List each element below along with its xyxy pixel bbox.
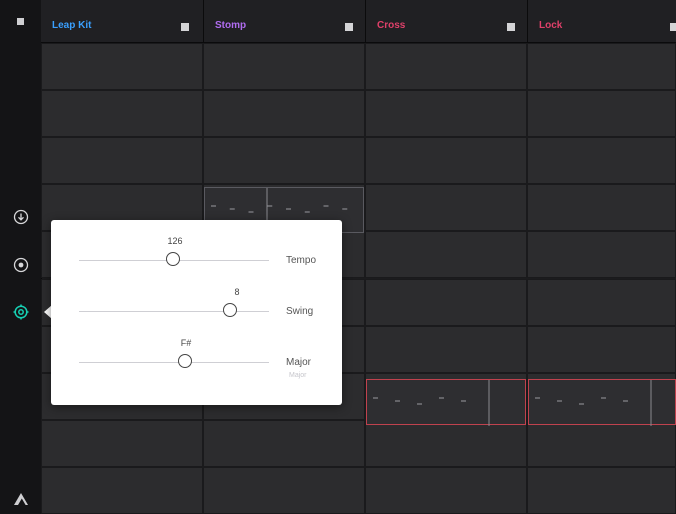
stop-square-icon — [17, 17, 24, 25]
clip-slot[interactable] — [41, 43, 203, 91]
clip-slot[interactable] — [527, 90, 676, 138]
swing-slider-row: 8 Swing — [51, 287, 342, 337]
settings-icon — [13, 304, 28, 320]
scale-sublabel: Major — [289, 372, 307, 379]
clip-slot[interactable] — [365, 466, 527, 514]
key-value: F# — [180, 338, 192, 348]
audio-clip[interactable] — [366, 379, 526, 426]
stop-square-icon[interactable] — [345, 23, 353, 31]
record-icon — [13, 257, 28, 273]
key-slider-thumb[interactable] — [177, 354, 192, 369]
download-button[interactable] — [0, 202, 41, 232]
clip-slot[interactable] — [527, 137, 676, 185]
track-header-leap-kit[interactable]: Leap Kit — [41, 0, 203, 42]
track-name-label: Leap Kit — [52, 20, 92, 31]
clip-slot[interactable] — [365, 278, 527, 326]
key-slider-row: F# Major Major — [51, 338, 342, 388]
tempo-slider-thumb[interactable] — [166, 252, 181, 267]
track-name-label: Lock — [539, 20, 563, 31]
clip-slot[interactable] — [365, 137, 527, 185]
settings-popover: 126 Tempo 8 Swing F# Major Major — [51, 220, 342, 405]
app-logo[interactable] — [0, 484, 41, 514]
clip-slot[interactable] — [203, 419, 365, 467]
clip-slot[interactable] — [527, 43, 676, 91]
sidebar — [0, 0, 42, 514]
tempo-slider-row: 126 Tempo — [51, 236, 342, 286]
clip-slot[interactable] — [365, 184, 527, 232]
clip-slot[interactable] — [527, 278, 676, 326]
stop-square-icon[interactable] — [507, 23, 515, 31]
track-header-bar: Leap Kit Stomp Cross Lock — [41, 0, 676, 43]
tempo-value: 126 — [167, 236, 183, 246]
clip-slot[interactable] — [527, 466, 676, 514]
clip-slot[interactable] — [365, 325, 527, 373]
clip-slot[interactable] — [527, 325, 676, 373]
clip-slot[interactable] — [527, 419, 676, 467]
record-button[interactable] — [0, 250, 41, 280]
clip-slot[interactable] — [527, 231, 676, 279]
clip-slot[interactable] — [41, 137, 203, 185]
clip-slot[interactable] — [203, 137, 365, 185]
swing-slider-track[interactable] — [79, 311, 269, 312]
tempo-label: Tempo — [286, 255, 317, 266]
app-logo-icon — [13, 493, 28, 505]
clip-slot[interactable] — [203, 43, 365, 91]
swing-value: 8 — [234, 287, 240, 297]
track-name-label: Cross — [377, 20, 406, 31]
key-slider-track[interactable] — [79, 362, 269, 363]
clip-slot[interactable] — [203, 466, 365, 514]
track-header-cross[interactable]: Cross — [365, 0, 527, 42]
stop-square-icon[interactable] — [181, 23, 189, 31]
clip-slot[interactable] — [365, 231, 527, 279]
clip-slot[interactable] — [365, 43, 527, 91]
stop-all-button[interactable] — [0, 6, 41, 36]
swing-slider-thumb[interactable] — [223, 303, 238, 318]
clip-slot[interactable] — [203, 90, 365, 138]
clip-slot[interactable] — [365, 419, 527, 467]
download-icon — [13, 209, 28, 225]
audio-clip[interactable] — [528, 379, 676, 426]
clip-slot[interactable] — [41, 90, 203, 138]
track-name-label: Stomp — [215, 20, 247, 31]
settings-button[interactable] — [0, 297, 41, 327]
track-header-lock[interactable]: Lock — [527, 0, 676, 42]
scale-label: Major — [286, 357, 312, 368]
swing-label: Swing — [286, 306, 314, 317]
clip-slot[interactable] — [41, 419, 203, 467]
clip-slot[interactable] — [527, 184, 676, 232]
clip-slot[interactable] — [41, 466, 203, 514]
clip-slot[interactable] — [365, 90, 527, 138]
stop-square-icon[interactable] — [670, 23, 676, 31]
track-header-stomp[interactable]: Stomp — [203, 0, 365, 42]
